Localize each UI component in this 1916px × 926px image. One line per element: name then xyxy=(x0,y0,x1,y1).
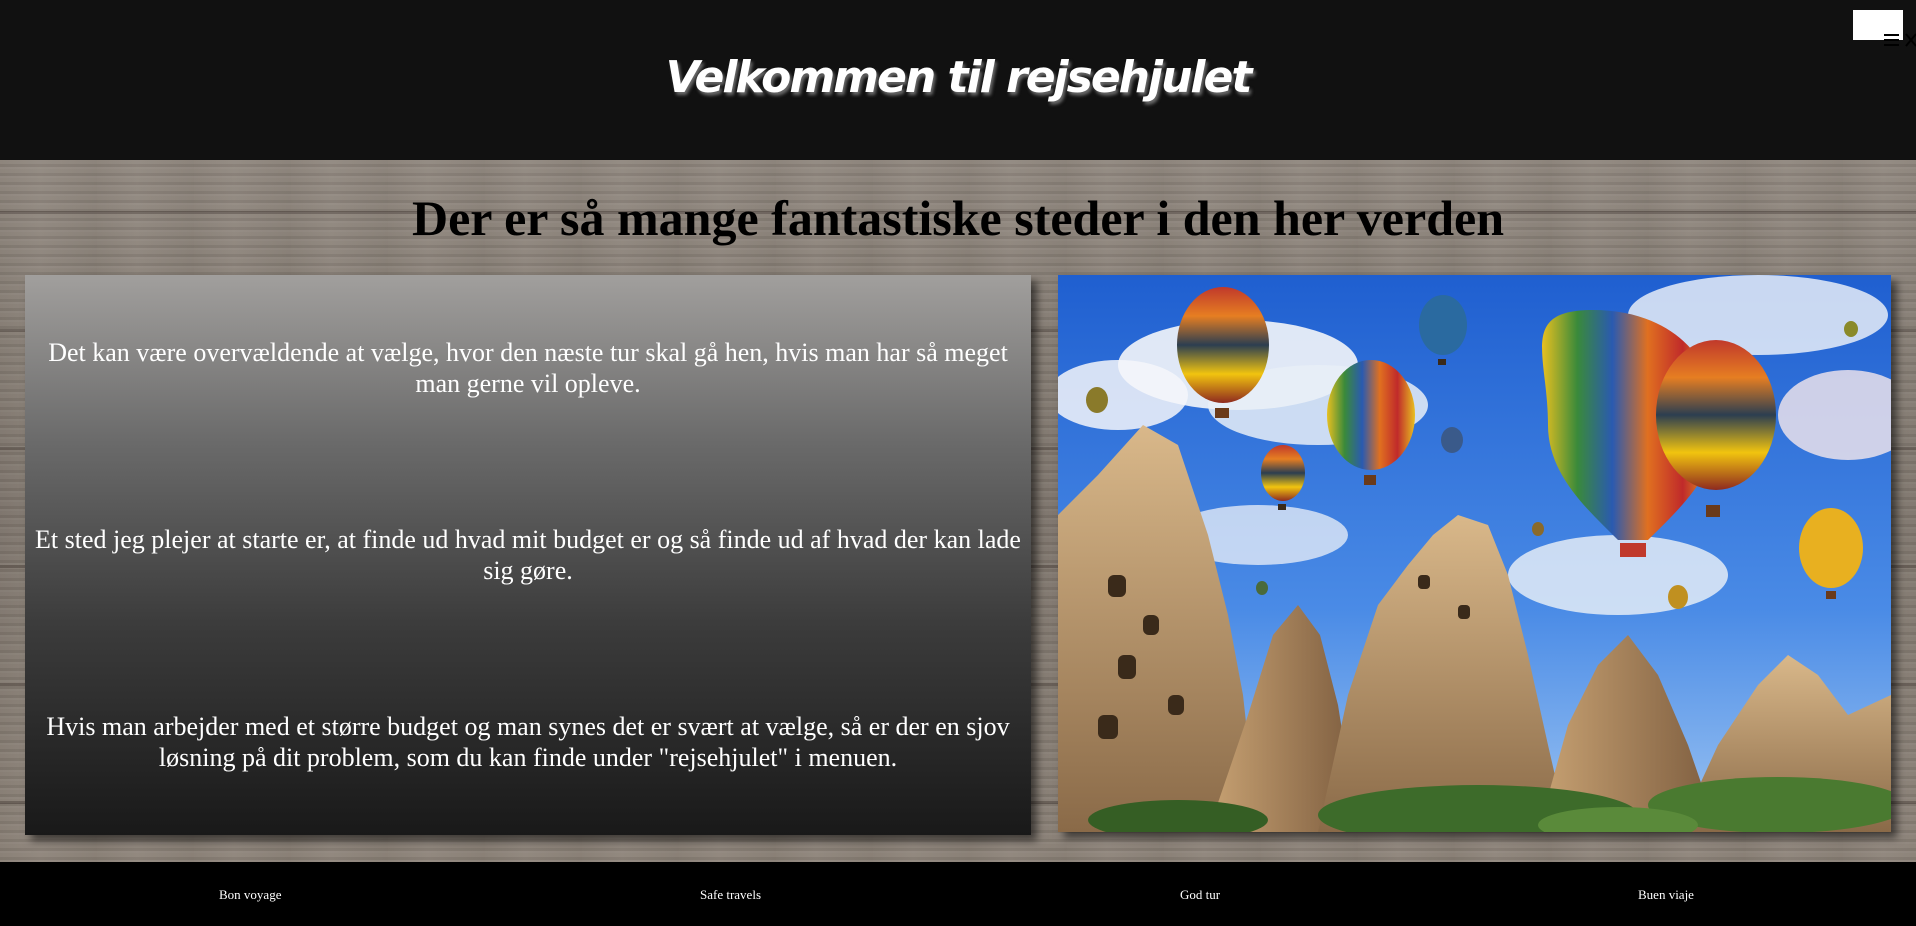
hamburger-close-icon xyxy=(1884,33,1916,47)
text-panel: Det kan være overvældende at vælge, hvor… xyxy=(25,275,1031,835)
site-title: Velkommen til rejsehjulet xyxy=(665,52,1253,103)
balloon-image xyxy=(1058,275,1891,832)
footer-item-bon-voyage[interactable]: Bon voyage xyxy=(219,887,281,903)
budget-paragraph: Et sted jeg plejer at starte er, at find… xyxy=(35,525,1021,585)
intro-paragraph: Det kan være overvældende at vælge, hvor… xyxy=(48,338,1008,398)
main-heading: Der er så mange fantastiske steder i den… xyxy=(411,190,1505,246)
footer: Bon voyage Safe travels God tur Buen via… xyxy=(0,862,1916,926)
balloon-landscape-illustration xyxy=(1058,275,1891,832)
wheel-paragraph: Hvis man arbejder med et større budget o… xyxy=(46,712,1010,772)
header: Velkommen til rejsehjulet xyxy=(0,0,1916,160)
menu-toggle-button[interactable] xyxy=(1853,10,1916,47)
footer-item-buen-viaje[interactable]: Buen viaje xyxy=(1638,887,1694,903)
page: Velkommen til rejsehjulet Der er så mang… xyxy=(0,0,1916,926)
footer-item-god-tur[interactable]: God tur xyxy=(1180,887,1220,903)
footer-item-safe-travels[interactable]: Safe travels xyxy=(700,887,761,903)
